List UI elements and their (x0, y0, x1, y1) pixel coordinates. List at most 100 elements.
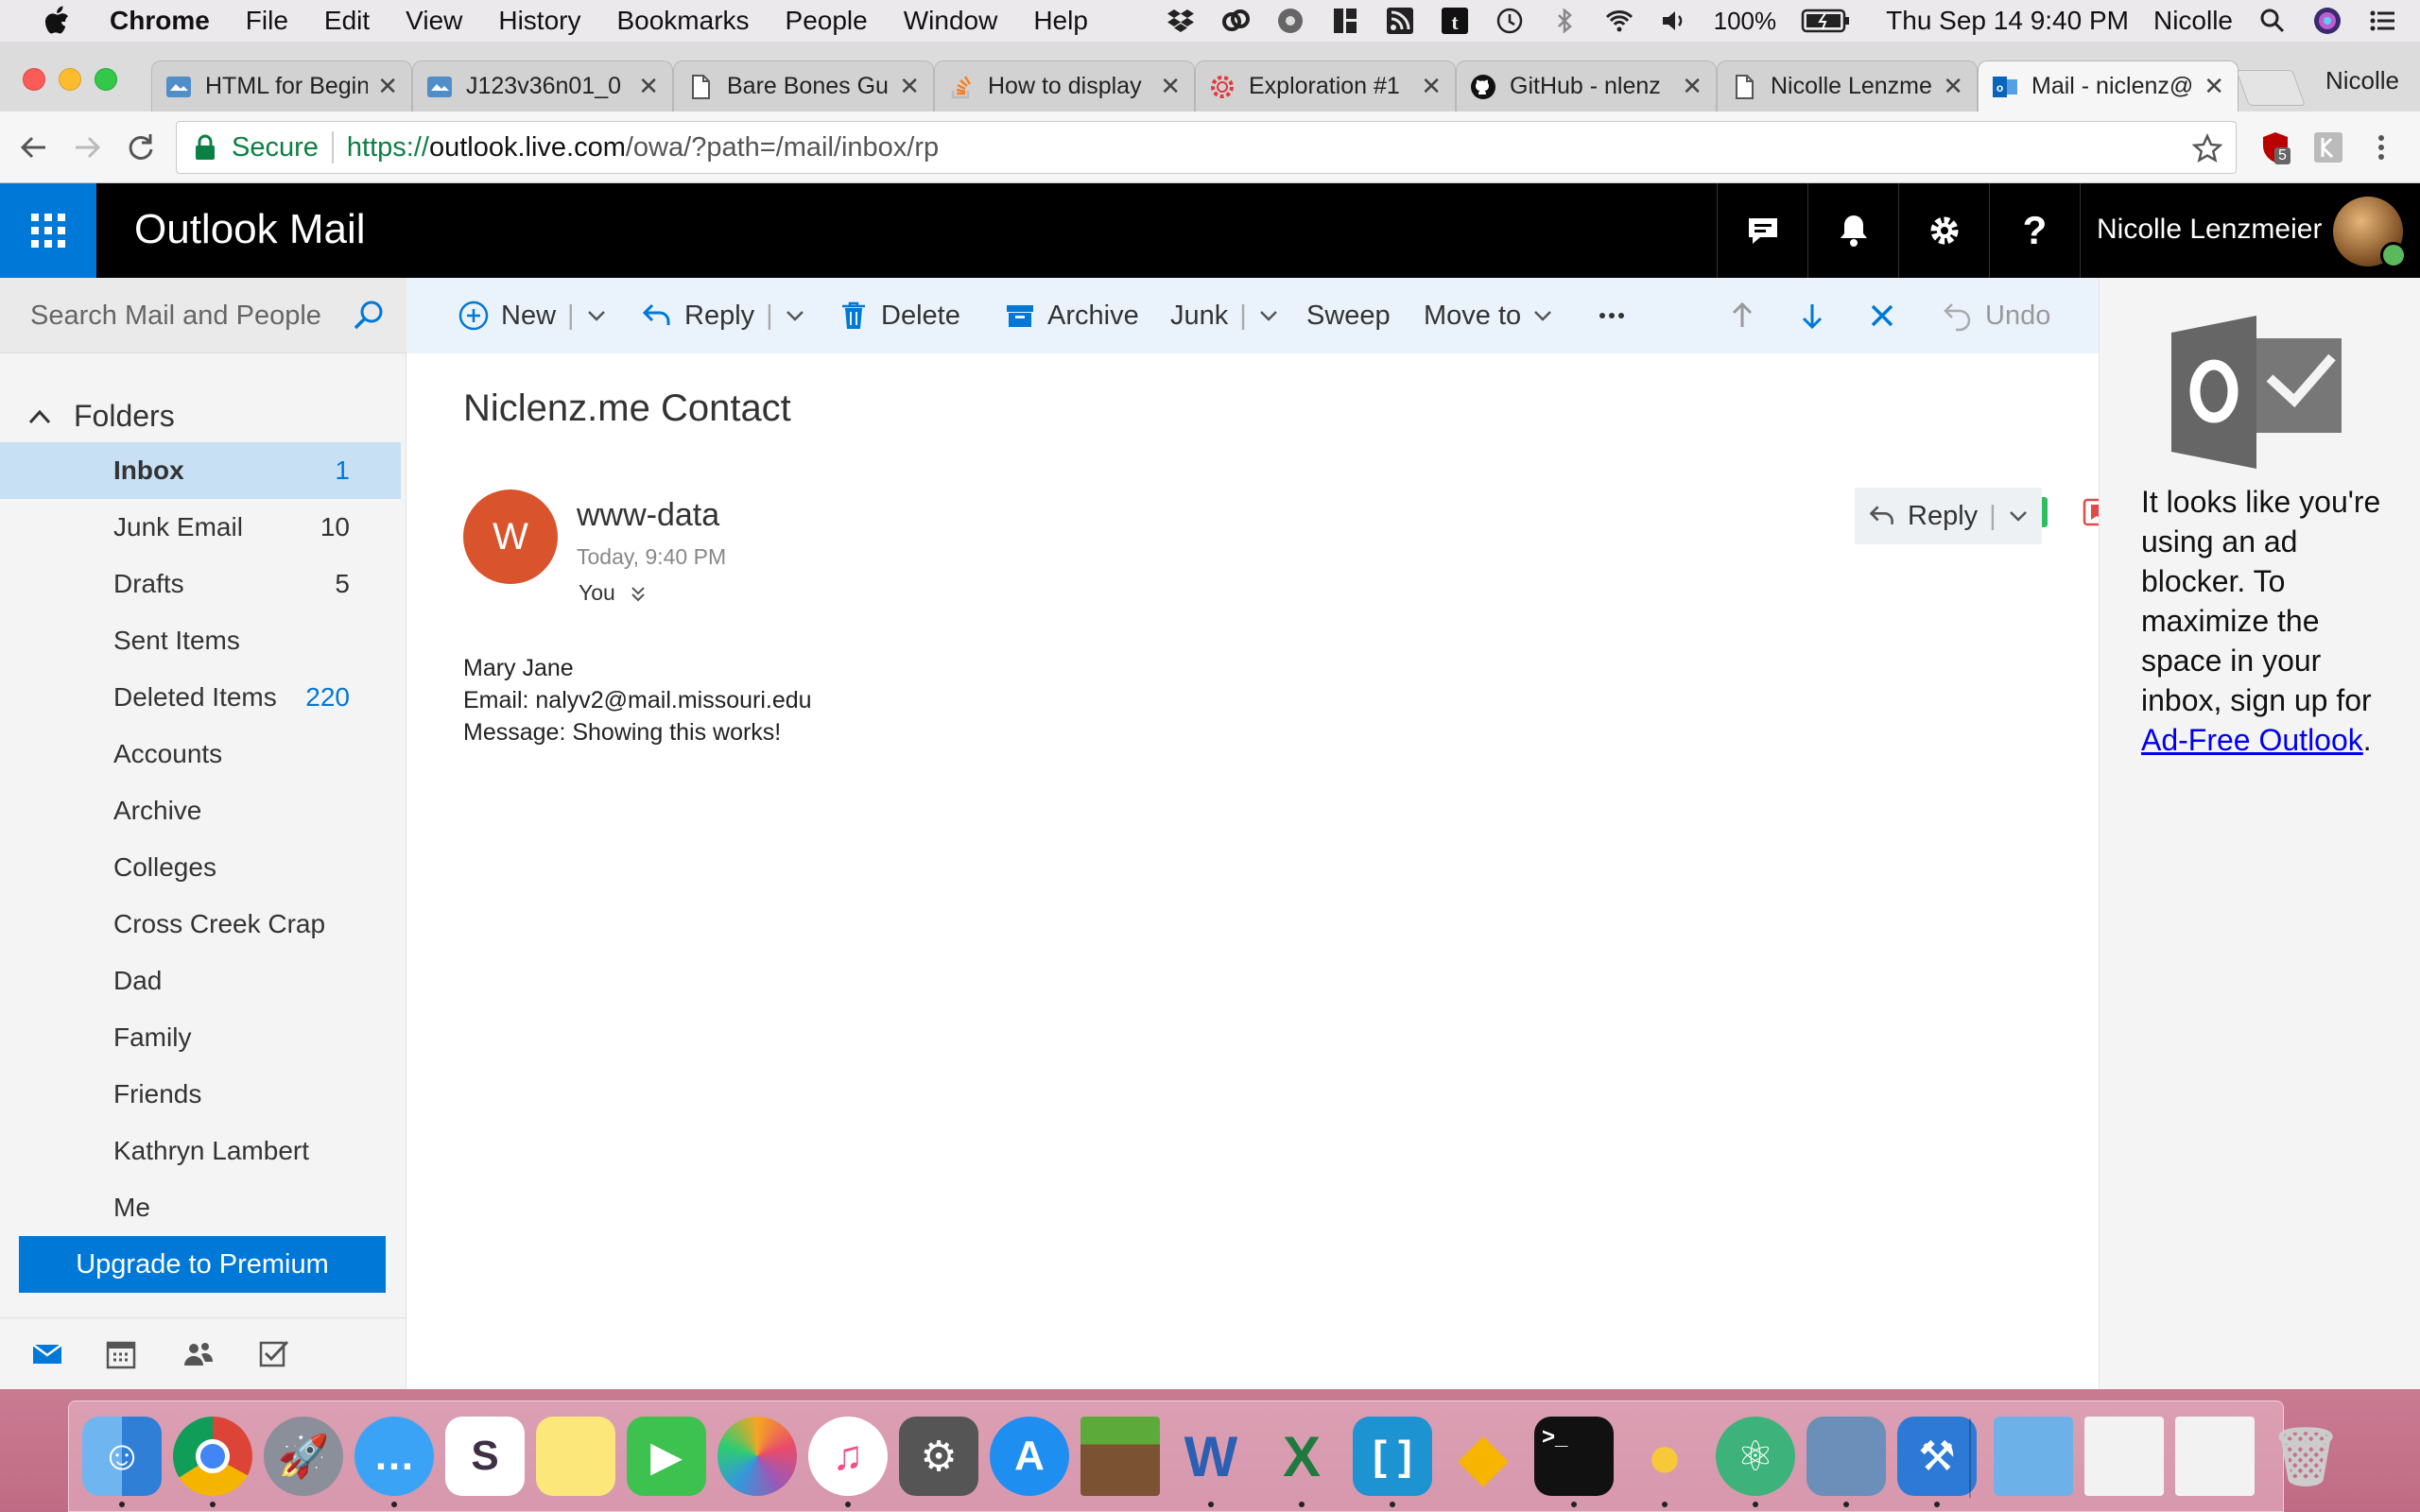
word-icon[interactable]: W (1171, 1417, 1251, 1496)
forward-arrow-icon[interactable] (68, 129, 106, 166)
search-input[interactable] (30, 297, 333, 335)
creative-cloud-icon[interactable] (1220, 6, 1251, 36)
window-minimize-button[interactable] (59, 68, 81, 91)
app-launcher-button[interactable] (0, 183, 96, 278)
folder-icon[interactable] (1994, 1417, 2073, 1496)
folder-family[interactable]: Family (0, 1009, 401, 1066)
rss-icon[interactable] (1385, 6, 1415, 36)
chrome-menu-icon[interactable] (2365, 130, 2397, 164)
extension-ublock-button[interactable]: 5 (2259, 130, 2291, 164)
folder-junk-email[interactable]: Junk Email 10 (0, 499, 401, 556)
app-title[interactable]: Outlook Mail (134, 206, 366, 253)
itunes-icon[interactable]: ♫ (808, 1417, 888, 1496)
menu-history[interactable]: History (498, 6, 580, 36)
sender-name[interactable]: www-data (577, 497, 719, 534)
dropbox-icon[interactable] (1166, 6, 1196, 36)
avatar[interactable] (2333, 197, 2407, 268)
excel-icon[interactable]: X (1262, 1417, 1341, 1496)
calendar-icon[interactable] (104, 1337, 138, 1371)
chat-button[interactable] (1717, 183, 1807, 278)
minecraft-icon[interactable] (1080, 1417, 1160, 1496)
user-display-name[interactable]: Nicolle Lenzmeier (2097, 214, 2322, 246)
tab-close-icon[interactable]: ✕ (1943, 72, 1963, 101)
photos-icon[interactable] (717, 1417, 797, 1496)
new-tab-button[interactable] (2236, 70, 2306, 106)
double-chevron-down-icon[interactable] (631, 585, 646, 602)
menu-edit[interactable]: Edit (324, 6, 370, 36)
help-button[interactable]: ? (1989, 183, 2080, 278)
folder-sent-items[interactable]: Sent Items (0, 612, 401, 669)
search-icon[interactable] (350, 297, 388, 335)
menu-window[interactable]: Window (904, 6, 998, 36)
menu-help[interactable]: Help (1033, 6, 1088, 36)
clock[interactable]: Thu Sep 14 9:40 PM (1886, 6, 2129, 36)
tab-close-icon[interactable]: ✕ (2204, 72, 2224, 101)
menu-view[interactable]: View (406, 6, 462, 36)
tab-close-icon[interactable]: ✕ (899, 72, 920, 101)
notifications-button[interactable] (1807, 183, 1898, 278)
spotlight-search-icon[interactable] (2257, 6, 2288, 36)
folder-inbox[interactable]: Inbox 1 (0, 442, 401, 499)
app-store-icon[interactable]: A (990, 1417, 1069, 1496)
messages-icon[interactable]: … (354, 1417, 434, 1496)
back-arrow-icon[interactable] (15, 129, 53, 166)
bluetooth-icon[interactable] (1549, 6, 1580, 36)
menu-people[interactable]: People (786, 6, 868, 36)
folder-kathryn-lambert[interactable]: Kathryn Lambert (0, 1123, 401, 1179)
window-close-button[interactable] (23, 68, 45, 91)
text-app-icon[interactable]: t (1440, 6, 1470, 36)
brackets-icon[interactable]: [ ] (1353, 1417, 1432, 1496)
chevron-down-icon[interactable] (2008, 506, 2029, 526)
folder-colleges[interactable]: Colleges (0, 839, 401, 896)
chrome-icon[interactable] (173, 1417, 252, 1496)
downloads-stack-icon[interactable] (2084, 1417, 2164, 1496)
previous-message-button[interactable] (1726, 278, 1758, 353)
tab-close-icon[interactable]: ✕ (1421, 72, 1442, 101)
close-message-button[interactable] (1866, 278, 1898, 353)
tab-nicolle-lenzmeier[interactable]: Nicolle Lenzmeier ✕ (1717, 60, 1978, 112)
move-to-button[interactable]: Move to (1424, 278, 1553, 353)
chevron-down-icon[interactable] (785, 305, 805, 326)
tab-close-icon[interactable]: ✕ (638, 72, 659, 101)
menu-file[interactable]: File (246, 6, 288, 36)
sender-avatar[interactable]: W (463, 490, 558, 584)
sweep-button[interactable]: Sweep (1306, 278, 1391, 353)
time-machine-icon[interactable] (1495, 6, 1525, 36)
tab-bare-bones-guide[interactable]: Bare Bones Guide ✕ (673, 60, 934, 112)
mail-icon[interactable] (30, 1337, 64, 1371)
tab-outlook-mail[interactable]: o Mail - niclenz@ ✕ (1978, 60, 2238, 112)
notification-center-icon[interactable] (2367, 6, 2397, 36)
recipients[interactable]: You (579, 580, 646, 606)
folder-cross-creek-crap[interactable]: Cross Creek Crap (0, 896, 401, 953)
battery-icon[interactable] (1801, 8, 1852, 34)
ad-free-outlook-link[interactable]: Ad-Free Outlook (2141, 723, 2363, 757)
delete-button[interactable]: Delete (838, 278, 960, 353)
tasks-icon[interactable] (257, 1337, 291, 1371)
reload-icon[interactable] (121, 129, 159, 166)
blocks-app-icon[interactable] (1330, 6, 1360, 36)
new-button[interactable]: New | (458, 278, 607, 353)
folder-accounts[interactable]: Accounts (0, 726, 401, 782)
folder-me[interactable]: Me (0, 1179, 401, 1217)
slack-icon[interactable]: S (445, 1417, 525, 1496)
tab-github[interactable]: GitHub - nlenz ✕ (1456, 60, 1717, 112)
folders-toggle[interactable]: Folders (28, 399, 175, 434)
system-preferences-icon[interactable]: ⚙ (899, 1417, 978, 1496)
volume-icon[interactable] (1659, 6, 1689, 36)
trash-icon[interactable]: 🗑 (2266, 1417, 2345, 1496)
cyberduck-icon[interactable]: ● (1625, 1417, 1704, 1496)
folder-archive[interactable]: Archive (0, 782, 401, 839)
atom-icon[interactable]: ⚛ (1716, 1417, 1795, 1496)
undo-button[interactable]: Undo (1942, 278, 2050, 353)
folder-drafts[interactable]: Drafts 5 (0, 556, 401, 612)
preview-icon[interactable] (1806, 1417, 1886, 1496)
address-bar[interactable]: Secure https:// outlook.live.com /owa/?p… (176, 121, 2237, 174)
tab-how-to-display[interactable]: How to display ✕ (934, 60, 1195, 112)
folder-dad[interactable]: Dad (0, 953, 401, 1009)
wifi-icon[interactable] (1604, 6, 1634, 36)
sketch-icon[interactable]: ◆ (1443, 1417, 1523, 1496)
tab-close-icon[interactable]: ✕ (1160, 72, 1181, 101)
settings-button[interactable] (1898, 183, 1989, 278)
launchpad-icon[interactable]: 🚀 (264, 1417, 343, 1496)
upgrade-to-premium-button[interactable]: Upgrade to Premium (19, 1236, 386, 1293)
